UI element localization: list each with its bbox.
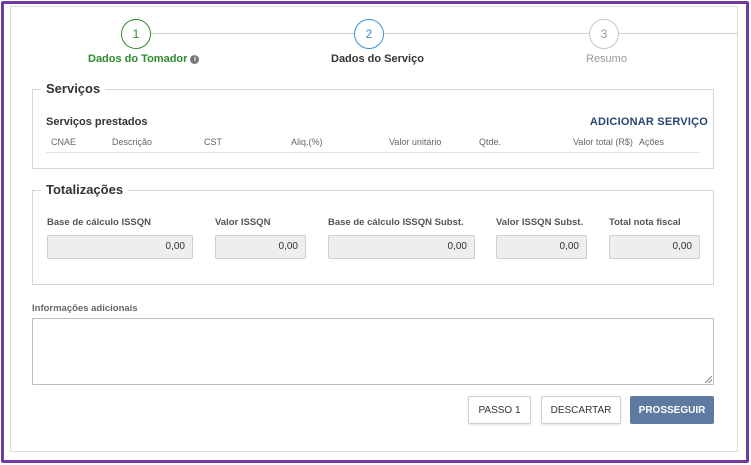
step-connector-3: [619, 33, 737, 34]
base-calculo-issqn-subst-field: 0,00: [328, 235, 475, 259]
valor-issqn-field: 0,00: [215, 235, 306, 259]
step-1-circle[interactable]: 1: [121, 19, 151, 49]
valor-issqn-label: Valor ISSQN: [215, 217, 271, 228]
passo-1-button[interactable]: PASSO 1: [468, 396, 531, 424]
totalizacoes-section: Totalizações Base de cálculo ISSQN 0,00 …: [32, 182, 714, 285]
valor-issqn-subst-label: Valor ISSQN Subst.: [496, 217, 584, 228]
base-calculo-issqn-label: Base de cálculo ISSQN: [47, 217, 152, 228]
column-header-acoes: Ações: [639, 137, 665, 147]
step-2-circle[interactable]: 2: [354, 19, 384, 49]
servicos-section: Serviços Serviços prestados ADICIONAR SE…: [32, 81, 714, 169]
step-connector-1: [151, 33, 354, 34]
step-3-circle[interactable]: 3: [589, 19, 619, 49]
adicionar-servico-button[interactable]: ADICIONAR SERVIÇO: [590, 116, 708, 128]
column-header-qtde: Qtde.: [479, 137, 502, 147]
step-2-label[interactable]: Dados do Serviço: [331, 53, 424, 65]
base-calculo-issqn-field: 0,00: [47, 235, 193, 259]
info-icon[interactable]: i: [190, 55, 200, 64]
valor-issqn-subst-field: 0,00: [496, 235, 587, 259]
prosseguir-button[interactable]: PROSSEGUIR: [630, 396, 714, 424]
total-nota-fiscal-field: 0,00: [609, 235, 700, 259]
totalizacoes-legend: Totalizações: [41, 182, 129, 197]
total-nota-fiscal-label: Total nota fiscal: [609, 217, 681, 228]
column-header-descricao: Descrição: [112, 137, 153, 147]
step-3-label[interactable]: Resumo: [586, 53, 627, 65]
resize-handle-icon[interactable]: [705, 376, 712, 383]
column-header-cnae: CNAE: [51, 137, 77, 147]
informacoes-adicionais-label: Informações adicionais: [32, 303, 138, 314]
form-card: 1 2 3 Dados do Tomador i Dados do Serviço…: [10, 6, 738, 452]
informacoes-adicionais-textarea[interactable]: [32, 318, 714, 385]
base-calculo-issqn-subst-label: Base de cálculo ISSQN Subst.: [328, 217, 464, 228]
column-header-valor-total: Valor total (R$): [573, 137, 633, 147]
step-connector-2: [384, 33, 589, 34]
step-1-label-text: Dados do Tomador: [88, 53, 188, 65]
column-header-cst: CST: [204, 137, 222, 147]
servicos-prestados-title: Serviços prestados: [46, 116, 148, 128]
table-header-divider: [46, 152, 700, 153]
column-header-aliquota: Aliq.(%): [291, 137, 323, 147]
servicos-legend: Serviços: [41, 81, 106, 96]
column-header-valor-unitario: Valor unitário: [389, 137, 442, 147]
step-1-label[interactable]: Dados do Tomador i: [88, 53, 200, 65]
descartar-button[interactable]: DESCARTAR: [541, 396, 621, 424]
